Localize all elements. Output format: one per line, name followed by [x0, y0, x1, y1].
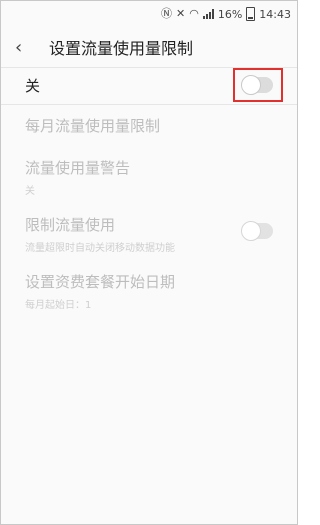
highlight-box: [233, 68, 283, 102]
page-title: 设置流量使用量限制: [49, 39, 194, 58]
back-icon[interactable]: ‹: [15, 37, 43, 58]
master-toggle-switch[interactable]: [241, 75, 273, 95]
master-toggle-row[interactable]: 关: [1, 67, 297, 103]
master-toggle-label: 关: [25, 76, 41, 95]
setting-subtitle: 流量超限时自动关闭移动数据功能: [25, 243, 175, 254]
toggle-knob: [241, 221, 261, 241]
status-bar: Ⓝ ✕ ◠ 16% 14:43: [1, 1, 297, 27]
setting-monthly-limit[interactable]: 每月流量使用量限制: [25, 115, 275, 136]
setting-title: 流量使用量警告: [25, 159, 131, 177]
setting-limit-usage[interactable]: 限制流量使用 流量超限时自动关闭移动数据功能: [25, 214, 275, 254]
setting-subtitle: 关: [25, 186, 35, 197]
nfc-icon: Ⓝ: [161, 7, 173, 20]
toggle-knob: [241, 75, 261, 95]
battery-percent: 16%: [217, 7, 243, 21]
setting-usage-warning[interactable]: 流量使用量警告 关: [25, 157, 275, 197]
limit-usage-toggle[interactable]: [241, 221, 273, 241]
setting-subtitle: 每月起始日：1: [25, 300, 92, 311]
clock: 14:43: [259, 7, 291, 21]
setting-plan-start-date[interactable]: 设置资费套餐开始日期 每月起始日：1: [25, 271, 275, 311]
wifi-icon: ◠: [189, 7, 199, 20]
app-bar: ‹ 设置流量使用量限制: [1, 27, 297, 67]
setting-title: 每月流量使用量限制: [25, 117, 161, 135]
setting-title: 限制流量使用: [25, 216, 116, 234]
divider: [1, 104, 297, 105]
mute-icon: ✕: [176, 7, 186, 20]
screen: Ⓝ ✕ ◠ 16% 14:43 ‹ 设置流量使用量限制 关 每月流量使用量限制 …: [0, 0, 298, 525]
setting-title: 设置资费套餐开始日期: [25, 273, 176, 291]
battery-icon: [246, 7, 256, 21]
signal-icon: [202, 9, 214, 19]
